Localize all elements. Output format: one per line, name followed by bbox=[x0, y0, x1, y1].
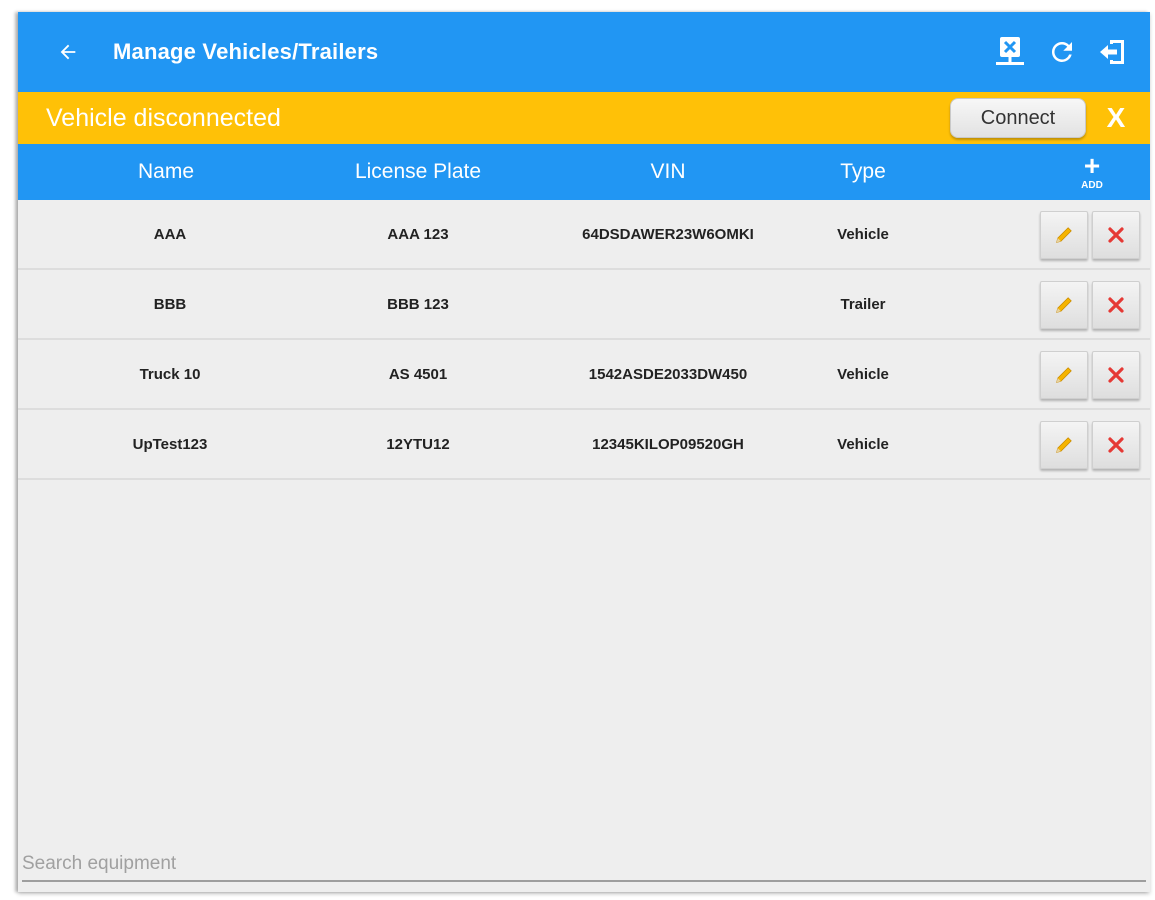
cell-vin bbox=[548, 270, 788, 338]
table-row[interactable]: AAA AAA 123 64DSDAWER23W6OMKI Vehicle bbox=[18, 200, 1150, 270]
edit-button[interactable] bbox=[1040, 421, 1088, 469]
table-row[interactable]: BBB BBB 123 Trailer bbox=[18, 270, 1150, 340]
cell-type: Vehicle bbox=[837, 435, 889, 453]
delete-button[interactable] bbox=[1092, 351, 1140, 399]
logout-icon bbox=[1100, 40, 1124, 64]
search-input[interactable] bbox=[22, 848, 1146, 882]
delete-button[interactable] bbox=[1092, 281, 1140, 329]
cell-name: UpTest123 bbox=[132, 435, 208, 453]
cell-name: Truck 10 bbox=[139, 365, 201, 383]
app-window: Manage Vehicles/Trailers Vehicle disconn… bbox=[18, 12, 1150, 892]
edit-button[interactable] bbox=[1040, 351, 1088, 399]
cell-type: Trailer bbox=[840, 295, 886, 313]
pencil-icon bbox=[1056, 437, 1072, 453]
cell-type: Vehicle bbox=[837, 225, 889, 243]
close-icon bbox=[1108, 227, 1124, 243]
logout-button[interactable] bbox=[1092, 30, 1136, 74]
cell-license-plate: BBB 123 bbox=[387, 295, 449, 313]
disconnect-button[interactable] bbox=[988, 30, 1032, 74]
delete-button[interactable] bbox=[1092, 211, 1140, 259]
pencil-icon bbox=[1056, 297, 1072, 313]
page-title: Manage Vehicles/Trailers bbox=[113, 39, 379, 64]
cell-name: AAA bbox=[153, 225, 187, 243]
refresh-icon bbox=[1051, 41, 1072, 62]
back-button[interactable] bbox=[43, 27, 93, 77]
cell-license-plate: AS 4501 bbox=[388, 365, 448, 383]
edit-button[interactable] bbox=[1040, 281, 1088, 329]
cell-vin: 1542ASDE2033DW450 bbox=[588, 365, 748, 383]
close-icon bbox=[1108, 437, 1124, 453]
refresh-button[interactable] bbox=[1040, 30, 1084, 74]
connect-button[interactable]: Connect bbox=[950, 98, 1086, 138]
cell-vin: 12345KILOP09520GH bbox=[592, 435, 744, 453]
table-row[interactable]: UpTest123 12YTU12 12345KILOP09520GH Vehi… bbox=[18, 410, 1150, 480]
add-button[interactable]: + ADD bbox=[1070, 148, 1114, 196]
banner-message: Vehicle disconnected bbox=[46, 103, 281, 132]
column-header-name: Name bbox=[137, 160, 195, 183]
cell-name: BBB bbox=[153, 295, 187, 313]
table-row[interactable]: Truck 10 AS 4501 1542ASDE2033DW450 Vehic… bbox=[18, 340, 1150, 410]
close-icon bbox=[1108, 297, 1124, 313]
app-bar: Manage Vehicles/Trailers bbox=[18, 12, 1150, 92]
cell-type: Vehicle bbox=[837, 365, 889, 383]
close-icon bbox=[1108, 367, 1124, 383]
table-header: Name License Plate VIN Type + ADD bbox=[18, 144, 1150, 200]
plus-icon: + bbox=[1083, 149, 1101, 181]
connection-banner: Vehicle disconnected Connect X bbox=[18, 92, 1150, 144]
delete-button[interactable] bbox=[1092, 421, 1140, 469]
app-bar-actions bbox=[980, 30, 1136, 74]
column-header-type: Type bbox=[840, 160, 886, 183]
cell-license-plate: AAA 123 bbox=[387, 225, 449, 243]
equipment-list: AAA AAA 123 64DSDAWER23W6OMKI Vehicle BB… bbox=[18, 200, 1150, 480]
network-disconnected-icon bbox=[996, 37, 1024, 65]
banner-close-button[interactable]: X bbox=[1086, 102, 1146, 134]
column-header-license-plate: License Plate bbox=[354, 160, 482, 183]
cell-vin: 64DSDAWER23W6OMKI bbox=[582, 225, 754, 243]
arrow-left-icon bbox=[60, 44, 76, 60]
column-header-vin: VIN bbox=[650, 160, 686, 183]
add-label: ADD bbox=[1081, 179, 1103, 191]
pencil-icon bbox=[1056, 227, 1072, 243]
edit-button[interactable] bbox=[1040, 211, 1088, 259]
cell-license-plate: 12YTU12 bbox=[386, 435, 450, 453]
pencil-icon bbox=[1056, 367, 1072, 383]
